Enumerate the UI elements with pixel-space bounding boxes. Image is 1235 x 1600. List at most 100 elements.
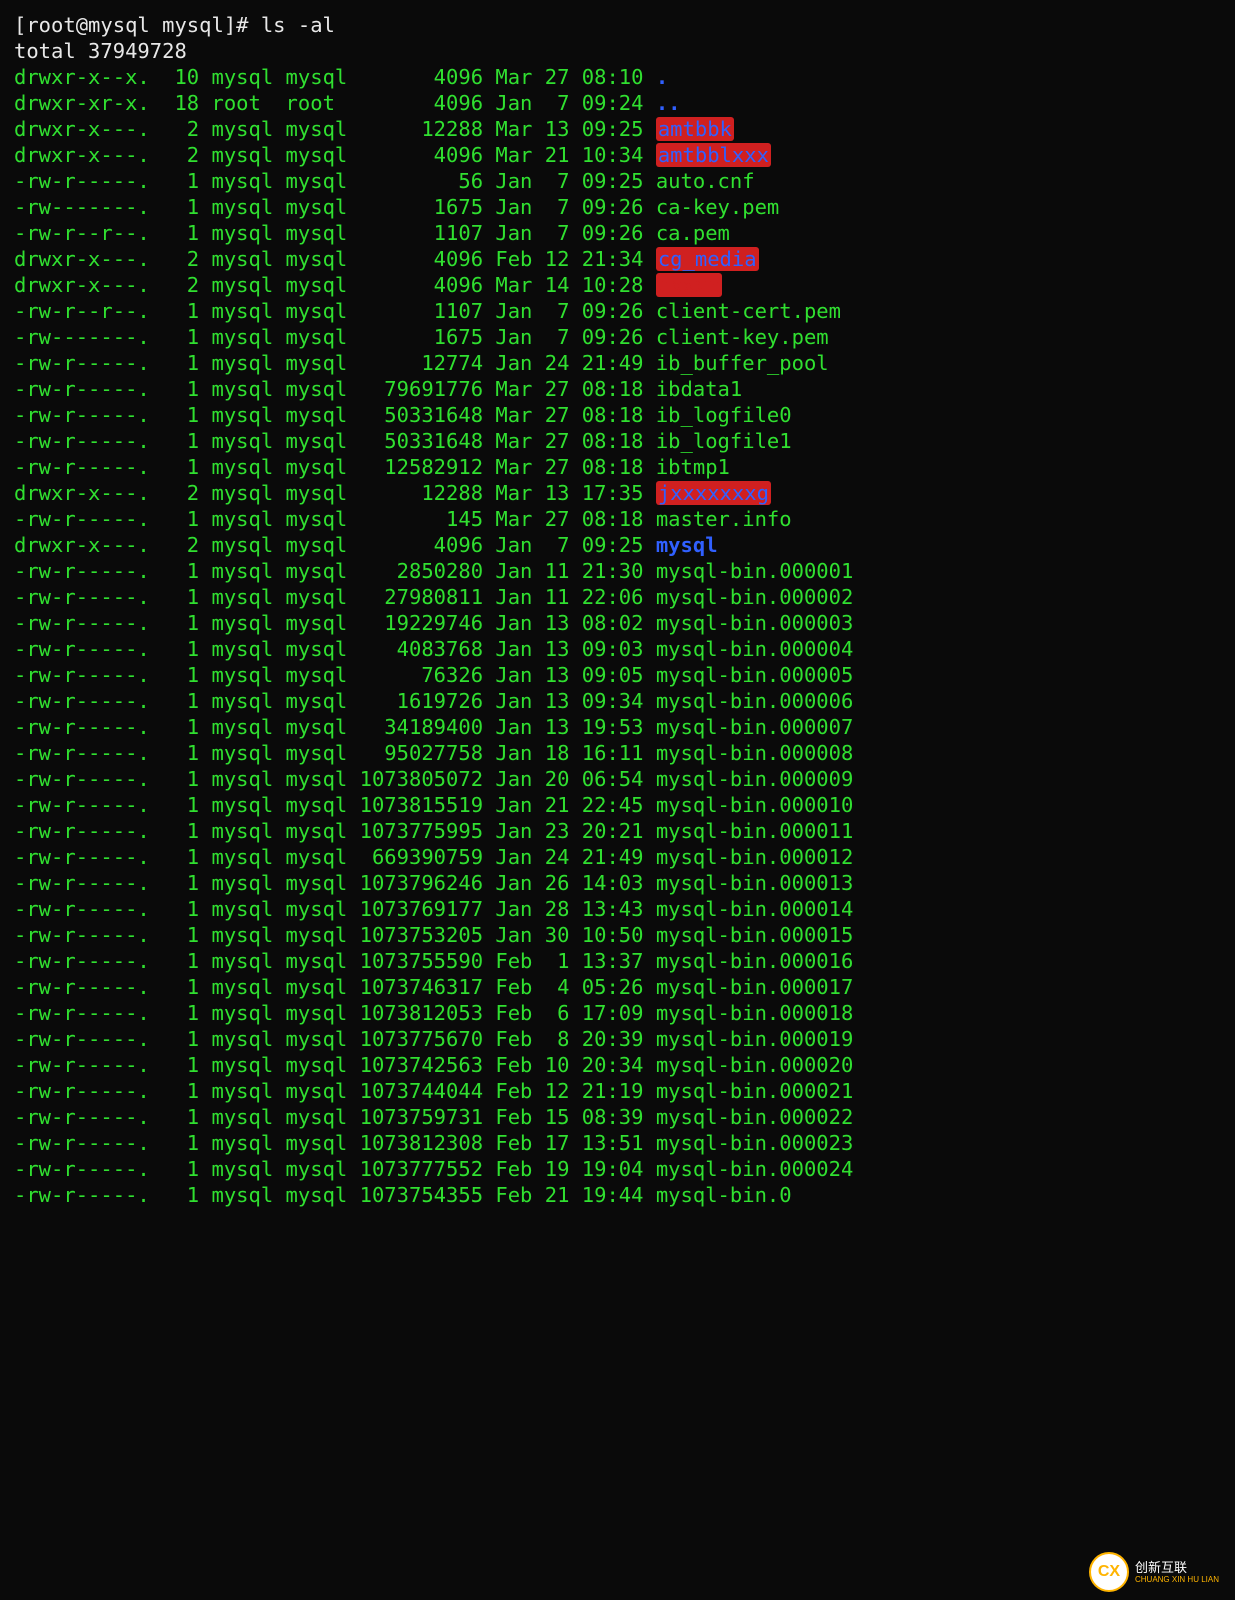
- owner: mysql: [211, 793, 273, 817]
- day: 28: [545, 897, 570, 921]
- links: 1: [162, 403, 199, 427]
- time: 19:44: [582, 1183, 644, 1207]
- perm: -rw-r-----.: [14, 1027, 162, 1051]
- perm: -rw-r-----.: [14, 403, 162, 427]
- day: 24: [545, 845, 570, 869]
- owner: mysql: [211, 143, 273, 167]
- time: 13:43: [582, 897, 644, 921]
- group: mysql: [286, 767, 348, 791]
- day: 1: [545, 949, 570, 973]
- day: 7: [545, 221, 570, 245]
- month: Jan: [495, 637, 532, 661]
- terminal-output[interactable]: [root@mysql mysql]# ls -al total 3794972…: [0, 0, 1235, 1220]
- month: Feb: [495, 1001, 532, 1025]
- day: 7: [545, 195, 570, 219]
- month: Jan: [495, 91, 532, 115]
- perm: -rw-r-----.: [14, 923, 162, 947]
- month: Mar: [495, 377, 532, 401]
- file-name: ca-key.pem: [656, 195, 779, 219]
- list-row: -rw-r-----. 1 mysql mysql 95027758 Jan 1…: [14, 741, 853, 765]
- owner: mysql: [211, 1157, 273, 1181]
- list-row: -rw-r-----. 1 mysql mysql 12774 Jan 24 2…: [14, 351, 829, 375]
- list-row: -rw-r-----. 1 mysql mysql 12582912 Mar 2…: [14, 455, 730, 479]
- file-name: jxxxxxxxg: [656, 481, 771, 505]
- list-row: -rw-r--r--. 1 mysql mysql 1107 Jan 7 09:…: [14, 221, 730, 245]
- perm: drwxr-xr-x.: [14, 91, 162, 115]
- month: Mar: [495, 143, 532, 167]
- links: 1: [162, 585, 199, 609]
- size: 1107: [360, 299, 483, 323]
- size: 1073805072: [360, 767, 483, 791]
- file-name: mysql-bin.000009: [656, 767, 853, 791]
- month: Jan: [495, 559, 532, 583]
- group: mysql: [286, 221, 348, 245]
- group: mysql: [286, 169, 348, 193]
- month: Jan: [495, 195, 532, 219]
- file-name: mysql-bin.000024: [656, 1157, 853, 1181]
- day: 15: [545, 1105, 570, 1129]
- group: mysql: [286, 403, 348, 427]
- list-row: -rw-r-----. 1 mysql mysql 56 Jan 7 09:25…: [14, 169, 755, 193]
- size: 50331648: [360, 429, 483, 453]
- list-row: drwxr-x---. 2 mysql mysql 4096 Feb 12 21…: [14, 247, 759, 271]
- owner: mysql: [211, 325, 273, 349]
- list-row: -rw-r-----. 1 mysql mysql 1073742563 Feb…: [14, 1053, 853, 1077]
- owner: mysql: [211, 169, 273, 193]
- month: Jan: [495, 533, 532, 557]
- month: Feb: [495, 1131, 532, 1155]
- links: 1: [162, 741, 199, 765]
- perm: -rw-r-----.: [14, 507, 162, 531]
- group: mysql: [286, 871, 348, 895]
- links: 1: [162, 819, 199, 843]
- time: 10:34: [582, 143, 644, 167]
- file-name: mysql-bin.000019: [656, 1027, 853, 1051]
- group: mysql: [286, 949, 348, 973]
- size: 19229746: [360, 611, 483, 635]
- links: 1: [162, 559, 199, 583]
- owner: mysql: [211, 637, 273, 661]
- links: 1: [162, 897, 199, 921]
- group: mysql: [286, 663, 348, 687]
- file-name: ..: [656, 91, 681, 115]
- links: 1: [162, 325, 199, 349]
- links: 1: [162, 1157, 199, 1181]
- size: 4096: [360, 65, 483, 89]
- links: 1: [162, 195, 199, 219]
- owner: mysql: [211, 767, 273, 791]
- size: 12774: [360, 351, 483, 375]
- list-row: -rw-r-----. 1 mysql mysql 1073815519 Jan…: [14, 793, 853, 817]
- file-name: mysql-bin.000010: [656, 793, 853, 817]
- group: mysql: [286, 533, 348, 557]
- list-row: -rw-r-----. 1 mysql mysql 1073754355 Feb…: [14, 1183, 792, 1207]
- list-row: -rw-r-----. 1 mysql mysql 1073753205 Jan…: [14, 923, 853, 947]
- file-name: mysql-bin.000008: [656, 741, 853, 765]
- file-name: mysql-bin.000002: [656, 585, 853, 609]
- file-name: ca.pem: [656, 221, 730, 245]
- logo-sub: CHUANG XIN HU LIAN: [1135, 1575, 1219, 1584]
- size: 1073744044: [360, 1079, 483, 1103]
- owner: mysql: [211, 65, 273, 89]
- file-name: client-key.pem: [656, 325, 829, 349]
- links: 1: [162, 689, 199, 713]
- owner: mysql: [211, 117, 273, 141]
- list-row: -rw-r-----. 1 mysql mysql 50331648 Mar 2…: [14, 429, 792, 453]
- day: 8: [545, 1027, 570, 1051]
- list-row: -rw-r-----. 1 mysql mysql 1073812308 Feb…: [14, 1131, 853, 1155]
- links: 1: [162, 845, 199, 869]
- list-row: drwxr-x---. 2 mysql mysql 4096 Jan 7 09:…: [14, 533, 718, 557]
- group: mysql: [286, 117, 348, 141]
- time: 08:18: [582, 377, 644, 401]
- month: Mar: [495, 481, 532, 505]
- perm: -rw-r-----.: [14, 1131, 162, 1155]
- time: 22:06: [582, 585, 644, 609]
- size: 1619726: [360, 689, 483, 713]
- day: 30: [545, 923, 570, 947]
- list-row: -rw-r-----. 1 mysql mysql 1073805072 Jan…: [14, 767, 853, 791]
- file-name: mysql-bin.000023: [656, 1131, 853, 1155]
- list-row: -rw-r-----. 1 mysql mysql 145 Mar 27 08:…: [14, 507, 792, 531]
- links: 1: [162, 767, 199, 791]
- perm: -rw-r-----.: [14, 611, 162, 635]
- file-name: mysql-bin.000011: [656, 819, 853, 843]
- perm: -rw-r-----.: [14, 715, 162, 739]
- perm: -rw-r-----.: [14, 429, 162, 453]
